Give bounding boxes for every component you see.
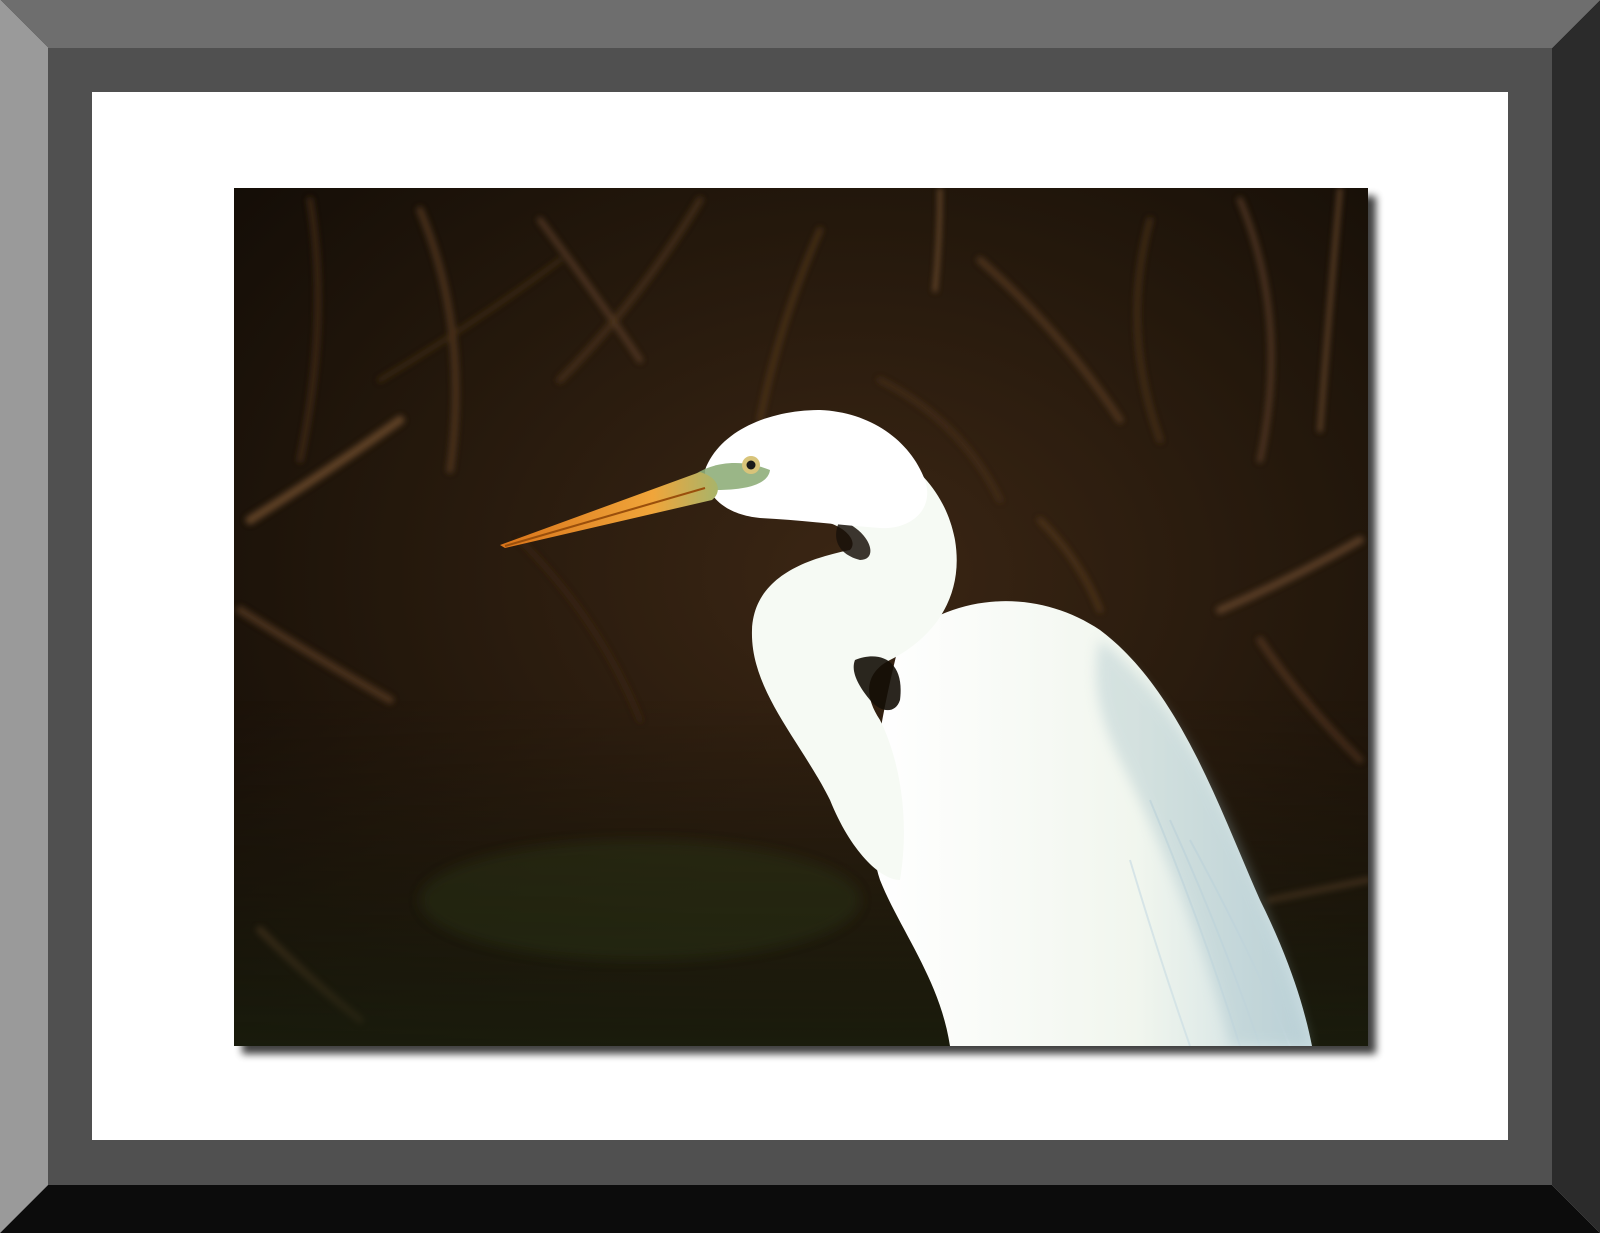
frame-bottom-bevel bbox=[0, 1185, 1600, 1233]
framed-photo bbox=[0, 0, 1600, 1233]
frame-top-bevel bbox=[0, 0, 1600, 48]
frame-left-bevel bbox=[0, 0, 48, 1233]
framed-photo-canvas bbox=[0, 0, 1600, 1233]
frame-right-bevel bbox=[1552, 0, 1600, 1233]
water-green-tint bbox=[420, 840, 860, 960]
egret-pupil bbox=[746, 460, 756, 470]
egret-photo bbox=[234, 188, 1368, 1046]
